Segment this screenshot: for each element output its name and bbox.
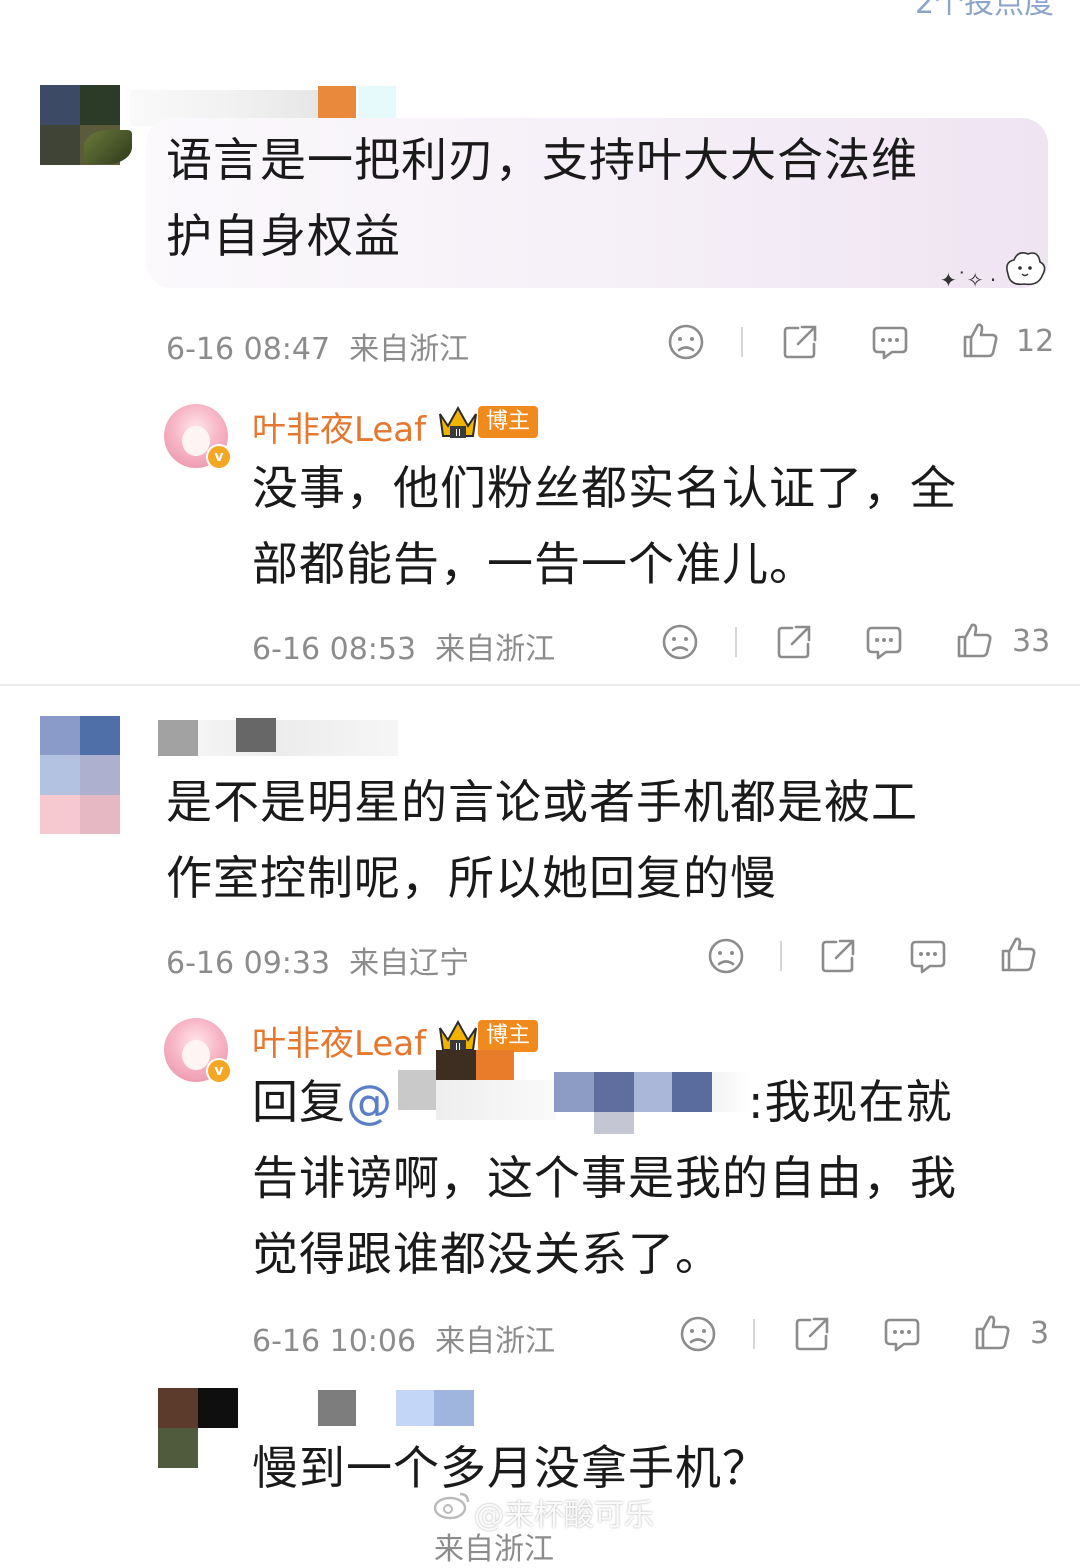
crown-icon: II [436, 402, 480, 442]
mention-blurred[interactable] [436, 1080, 556, 1120]
reply-time: 6-16 08:53 来自浙江 [252, 632, 556, 667]
username-blurred[interactable] [318, 1390, 356, 1426]
mention-blurred[interactable] [398, 1070, 436, 1110]
reply-prefix: 回复 [252, 1075, 346, 1129]
username-blurred[interactable] [396, 1390, 434, 1426]
sad-face-icon[interactable] [678, 1314, 718, 1354]
verified-icon: v [206, 1058, 232, 1084]
comment-icon[interactable] [870, 322, 910, 362]
divider [753, 1319, 755, 1349]
top-partial-text: 2个投点度 [915, 0, 1055, 21]
badge-blurred [318, 86, 356, 122]
like-count: 12 [1016, 324, 1055, 359]
comment-time: 6-16 08:47 来自浙江 [166, 332, 470, 367]
username-blurred[interactable] [158, 720, 198, 756]
mention-blurred[interactable] [594, 1112, 634, 1134]
svg-text:II: II [455, 428, 461, 439]
sparkle-icon: ✦˙✧ · [940, 268, 997, 292]
thumbs-up-icon[interactable] [960, 320, 1000, 360]
watermark: @来杯酸可乐 [474, 1498, 654, 1533]
username-blurred[interactable] [198, 720, 398, 756]
like-count: 33 [1012, 624, 1051, 659]
comment-time: 6-16 09:33 来自辽宁 [166, 946, 470, 981]
mention-blurred[interactable] [672, 1072, 712, 1112]
author-name[interactable]: 叶非夜Leaf [252, 1016, 426, 1065]
avatar[interactable] [40, 716, 120, 834]
username-blurred[interactable] [434, 1390, 474, 1426]
verified-icon: v [206, 444, 232, 470]
blogger-tag: 博主 [478, 1020, 539, 1052]
reply-text: 没事，他们粉丝都实名认证了，全 部都能告，一告一个准儿。 [252, 461, 957, 591]
comment-text: 是不是明星的言论或者手机都是被工 作室控制呢，所以她回复的慢 [166, 775, 918, 905]
share-icon[interactable] [792, 1314, 832, 1354]
bubble-cloud-icon [998, 244, 1048, 290]
mention-tail: :我现在就 [748, 1075, 953, 1129]
reply-time: 6-16 10:06 来自浙江 [252, 1324, 556, 1359]
mention-blurred[interactable] [594, 1072, 634, 1112]
thumbs-up-icon[interactable] [998, 934, 1038, 974]
comment-text: 语言是一把利刃，支持叶大大合法维 护自身权益 [166, 133, 918, 263]
mention-blurred[interactable] [554, 1072, 594, 1112]
author-name[interactable]: 叶非夜Leaf [252, 402, 426, 451]
sad-face-icon[interactable] [666, 322, 706, 362]
share-icon[interactable] [780, 322, 820, 362]
share-icon[interactable] [774, 622, 814, 662]
at-symbol: @ [346, 1075, 393, 1129]
share-icon[interactable] [818, 936, 858, 976]
thumbs-up-icon[interactable] [954, 620, 994, 660]
comment-icon[interactable] [908, 936, 948, 976]
badge-blurred [358, 86, 396, 122]
comment-icon[interactable] [864, 622, 904, 662]
thumbs-up-icon[interactable] [972, 1312, 1012, 1352]
weibo-logo-icon [432, 1490, 472, 1520]
avatar[interactable] [158, 1388, 238, 1468]
sad-face-icon[interactable] [660, 622, 700, 662]
like-count: 3 [1030, 1316, 1050, 1351]
blogger-tag: 博主 [478, 406, 539, 438]
username-blurred [236, 718, 276, 752]
leaf-sticker [84, 130, 132, 164]
section-divider [0, 684, 1080, 686]
mention-blurred[interactable] [712, 1072, 752, 1112]
sad-face-icon[interactable] [706, 936, 746, 976]
divider [741, 327, 743, 357]
comment-icon[interactable] [882, 1314, 922, 1354]
divider [780, 941, 782, 971]
divider [735, 627, 737, 657]
mention-blurred[interactable] [634, 1072, 672, 1112]
